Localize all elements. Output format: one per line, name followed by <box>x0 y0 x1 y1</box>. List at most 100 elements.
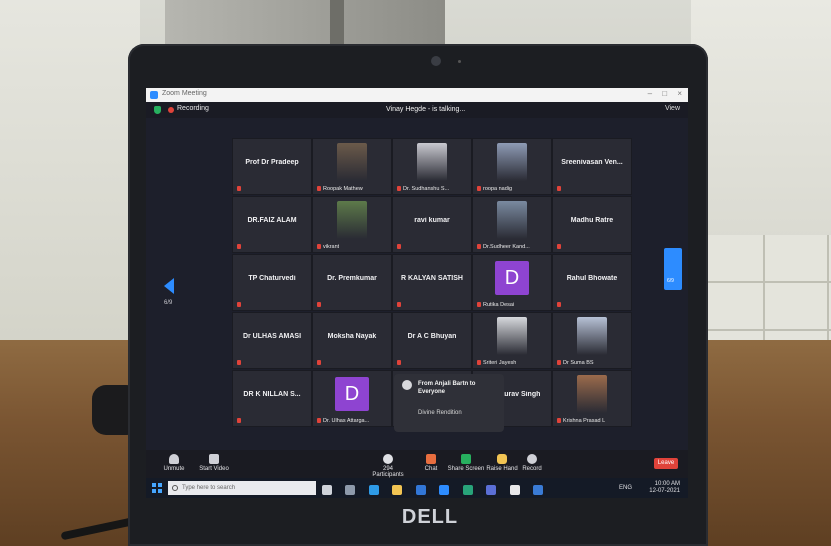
page-count-right: 6/9 <box>667 278 674 284</box>
participant-tile[interactable]: DR.FAIZ ALAM <box>232 196 312 253</box>
participant-tile[interactable]: Dr A C Bhuyan <box>392 312 472 369</box>
zoom-taskbar-icon[interactable] <box>439 485 450 495</box>
participants-button[interactable]: 294 Participants <box>368 454 408 478</box>
language-indicator[interactable]: ENG <box>619 485 632 491</box>
video-off-icon <box>209 454 219 464</box>
participant-name: ravi kumar <box>414 217 450 224</box>
participant-tile[interactable]: Madhu Ratre <box>552 196 632 253</box>
word-icon[interactable] <box>533 485 544 495</box>
participant-name: TP Chaturvedi <box>248 275 296 282</box>
record-dot-icon <box>168 107 174 113</box>
unmute-button[interactable]: Unmute <box>154 454 194 472</box>
window-title: Zoom Meeting <box>162 90 207 97</box>
wall-left <box>0 0 140 360</box>
store-icon[interactable] <box>462 485 473 495</box>
participant-tile[interactable]: Prof Dr Pradeep <box>232 138 312 195</box>
window-controls: – □ × <box>640 89 682 98</box>
chat-button[interactable]: Chat <box>411 454 451 472</box>
muted-mic-icon <box>397 302 401 307</box>
laptop-screen: Zoom Meeting – □ × Recording Vinay Hegde… <box>146 88 688 498</box>
participant-photo <box>577 317 607 355</box>
clock[interactable]: 10:00 AM 12-07-2021 <box>649 481 680 495</box>
talking-status: Vinay Hegde - is talking... <box>386 106 466 113</box>
file-explorer-icon[interactable] <box>392 485 403 495</box>
edge-icon[interactable] <box>368 485 379 495</box>
participant-name: Rahul Bhowate <box>566 275 618 282</box>
previous-page-icon[interactable] <box>164 278 174 294</box>
share-screen-icon <box>461 454 471 464</box>
start-video-button[interactable]: Start Video <box>194 454 234 472</box>
muted-mic-icon <box>477 244 481 249</box>
chrome-icon[interactable] <box>509 485 520 495</box>
clock-date: 12-07-2021 <box>649 488 680 494</box>
webcam-icon <box>431 56 441 66</box>
windows-start-icon[interactable] <box>152 483 162 493</box>
participant-photo <box>337 201 367 239</box>
view-button[interactable]: View <box>665 105 680 112</box>
participant-tile[interactable]: D Dr. Ulhas Attarga... <box>312 370 392 427</box>
taskbar-search-input[interactable]: Type here to search <box>168 481 316 495</box>
record-button[interactable]: Record <box>512 454 552 472</box>
participant-name: Dr A C Bhuyan <box>407 333 457 340</box>
participant-tile[interactable]: Dr Suma BS <box>552 312 632 369</box>
muted-mic-icon <box>237 244 241 249</box>
raise-hand-icon <box>497 454 507 464</box>
participant-tile[interactable]: Moksha Nayak <box>312 312 392 369</box>
participant-name-label: Roopak Mathew <box>323 186 363 192</box>
muted-mic-icon <box>317 302 321 307</box>
participant-name-label: roopa nadig <box>483 186 513 192</box>
participant-tile[interactable]: Dr. Premkumar <box>312 254 392 311</box>
participants-icon <box>383 454 393 464</box>
record-icon <box>527 454 537 464</box>
participant-tile[interactable]: ravi kumar <box>392 196 472 253</box>
participant-tile[interactable]: vikrant <box>312 196 392 253</box>
participant-name-label: Krishna Prasad L <box>563 418 606 424</box>
participant-tile[interactable]: roopa nadig <box>472 138 552 195</box>
participant-name: Dr ULHAS AMASI <box>242 333 302 340</box>
meeting-controlbar: Unmute Start Video 294 Participants Chat… <box>146 450 688 478</box>
cortana-icon[interactable] <box>322 485 332 495</box>
next-page-button[interactable]: 6/9 <box>664 248 682 290</box>
muted-mic-icon <box>317 244 321 249</box>
participant-tile[interactable]: Dr.Sudheer Kand... <box>472 196 552 253</box>
participant-tile[interactable]: TP Chaturvedi <box>232 254 312 311</box>
share-screen-button[interactable]: Share Screen <box>446 454 486 472</box>
mail-icon[interactable] <box>415 485 426 495</box>
task-view-icon[interactable] <box>345 485 356 495</box>
chat-sender: From Anjali Bartn to Everyone <box>418 381 476 395</box>
participant-tile[interactable]: DR K NILLAN S... <box>232 370 312 427</box>
minimize-button[interactable]: – <box>648 89 652 98</box>
leave-button[interactable]: Leave <box>654 458 678 469</box>
search-placeholder: Type here to search <box>182 485 236 491</box>
participant-tile[interactable]: Roopak Mathew <box>312 138 392 195</box>
maximize-button[interactable]: □ <box>662 89 667 98</box>
teams-icon[interactable] <box>486 485 497 495</box>
participant-photo <box>577 375 607 413</box>
muted-mic-icon <box>237 418 241 423</box>
recording-label[interactable]: Recording <box>177 105 209 112</box>
participant-tile[interactable]: Sriteri Jayesh <box>472 312 552 369</box>
participant-tile[interactable]: R KALYAN SATISH <box>392 254 472 311</box>
participant-tile[interactable]: Dr. Sudhanshu S... <box>392 138 472 195</box>
shield-icon[interactable] <box>154 106 161 114</box>
participant-name: DR.FAIZ ALAM <box>247 217 297 224</box>
close-button[interactable]: × <box>677 89 682 98</box>
taskbar-apps <box>322 482 552 498</box>
muted-mic-icon <box>317 186 321 191</box>
participant-tile[interactable]: Krishna Prasad L <box>552 370 632 427</box>
participant-name-label: Dr. Sudhanshu S... <box>403 186 450 192</box>
participant-avatar: D <box>495 261 529 295</box>
participant-tile[interactable]: Dr ULHAS AMASI <box>232 312 312 369</box>
participant-tile[interactable]: Sreenivasan Ven... <box>552 138 632 195</box>
muted-mic-icon <box>557 244 561 249</box>
muted-mic-icon <box>397 244 401 249</box>
laptop: Zoom Meeting – □ × Recording Vinay Hegde… <box>128 44 708 546</box>
chat-notification[interactable]: From Anjali Bartn to Everyone Divine Rend… <box>394 374 504 432</box>
participant-name: Dr. Premkumar <box>327 275 377 282</box>
muted-mic-icon <box>477 186 481 191</box>
muted-mic-icon <box>557 302 561 307</box>
participant-tile[interactable]: Rahul Bhowate <box>552 254 632 311</box>
participant-avatar: D <box>335 377 369 411</box>
muted-mic-icon <box>557 418 561 423</box>
participant-tile[interactable]: D Rutika Desai <box>472 254 552 311</box>
